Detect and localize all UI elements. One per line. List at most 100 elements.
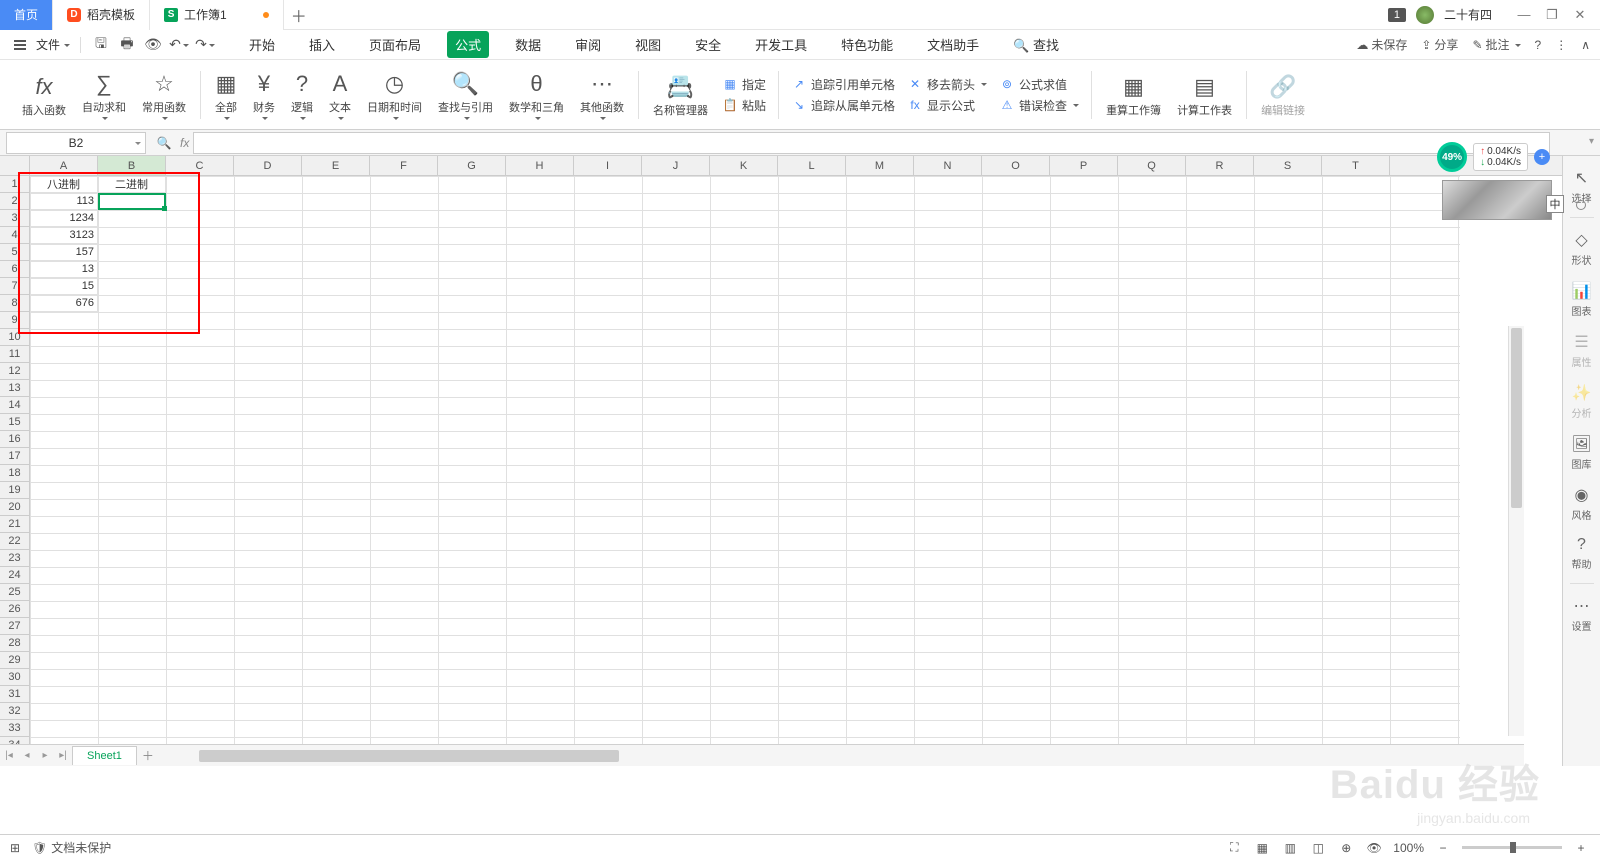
view-split-icon[interactable]: ◫ xyxy=(1309,839,1327,857)
name-box[interactable]: B2 xyxy=(6,132,146,154)
sheet-nav-last[interactable]: ▸| xyxy=(54,750,72,761)
row-header-5[interactable]: 5 xyxy=(0,244,29,261)
row-header-10[interactable]: 10 xyxy=(0,329,29,346)
float-dot-icon[interactable] xyxy=(1576,200,1586,210)
row-header-15[interactable]: 15 xyxy=(0,414,29,431)
col-header-O[interactable]: O xyxy=(982,156,1050,175)
col-header-Q[interactable]: Q xyxy=(1118,156,1186,175)
sheet-nav-next[interactable]: ▸ xyxy=(36,750,54,761)
zoom-slider[interactable] xyxy=(1462,846,1562,849)
spreadsheet-grid[interactable]: ABCDEFGHIJKLMNOPQRST 1234567891011121314… xyxy=(0,156,1562,766)
row-header-4[interactable]: 4 xyxy=(0,227,29,244)
error-check-button[interactable]: ⚠错误检查 xyxy=(999,97,1079,114)
col-header-B[interactable]: B xyxy=(98,156,166,175)
tab-doke-template[interactable]: D稻壳模板 xyxy=(53,0,150,30)
plus-circle-icon[interactable]: + xyxy=(1534,149,1550,165)
row-header-19[interactable]: 19 xyxy=(0,482,29,499)
row-header-31[interactable]: 31 xyxy=(0,686,29,703)
assign-button[interactable]: ▦指定 xyxy=(722,76,766,93)
cancel-fx-icon[interactable]: 🔍 xyxy=(152,136,176,150)
row-header-7[interactable]: 7 xyxy=(0,278,29,295)
tab-formula[interactable]: 公式 xyxy=(447,31,489,58)
sidebar-help[interactable]: ?帮助 xyxy=(1565,530,1599,577)
row-header-16[interactable]: 16 xyxy=(0,431,29,448)
row-header-22[interactable]: 22 xyxy=(0,533,29,550)
cell-B1[interactable]: 二进制 xyxy=(98,176,166,193)
horizontal-scrollbar[interactable] xyxy=(199,749,1504,763)
sidebar-style[interactable]: ◉风格 xyxy=(1565,479,1599,528)
col-header-G[interactable]: G xyxy=(438,156,506,175)
print-preview-icon[interactable]: 👁 xyxy=(143,35,163,55)
row-header-20[interactable]: 20 xyxy=(0,499,29,516)
status-grid-icon[interactable]: ⊞ xyxy=(10,841,20,855)
row-header-23[interactable]: 23 xyxy=(0,550,29,567)
row-header-8[interactable]: 8 xyxy=(0,295,29,312)
float-thumbnail[interactable] xyxy=(1442,180,1552,220)
minimize-button[interactable]: — xyxy=(1512,3,1536,27)
view-reading-icon[interactable]: 👁 xyxy=(1365,839,1383,857)
view-normal-icon[interactable]: ▦ xyxy=(1253,839,1271,857)
user-avatar[interactable] xyxy=(1416,6,1434,24)
save-icon[interactable]: 🖫 xyxy=(91,35,111,55)
zoom-label[interactable]: 100% xyxy=(1393,841,1424,855)
col-header-I[interactable]: I xyxy=(574,156,642,175)
add-tab-button[interactable]: ＋ xyxy=(284,0,314,30)
sidebar-chart[interactable]: 📊图表 xyxy=(1565,275,1599,324)
cell-A4[interactable]: 3123 xyxy=(30,227,98,244)
col-header-M[interactable]: M xyxy=(846,156,914,175)
tab-insert[interactable]: 插入 xyxy=(301,31,343,58)
cell-A1[interactable]: 八进制 xyxy=(30,176,98,193)
formula-bar-expand-icon[interactable]: ▾ xyxy=(1589,136,1594,147)
cell-A5[interactable]: 157 xyxy=(30,244,98,261)
col-header-K[interactable]: K xyxy=(710,156,778,175)
col-header-F[interactable]: F xyxy=(370,156,438,175)
approve-button[interactable]: ✎ 批注 xyxy=(1472,36,1520,53)
insert-function-button[interactable]: fx插入函数 xyxy=(14,64,74,126)
select-all-corner[interactable] xyxy=(0,156,30,176)
row-header-18[interactable]: 18 xyxy=(0,465,29,482)
col-header-A[interactable]: A xyxy=(30,156,98,175)
text-fn-button[interactable]: A文本 xyxy=(321,64,359,126)
cell-A8[interactable]: 676 xyxy=(30,295,98,312)
tab-dev-tools[interactable]: 开发工具 xyxy=(747,31,815,58)
help-icon[interactable]: ? xyxy=(1535,38,1542,52)
paste-name-button[interactable]: 📋粘贴 xyxy=(722,97,766,114)
trace-precedents-button[interactable]: ↗追踪引用单元格 xyxy=(791,76,895,93)
unsaved-indicator[interactable]: ☁ 未保存 xyxy=(1356,36,1407,53)
cell-A3[interactable]: 1234 xyxy=(30,210,98,227)
cell-A7[interactable]: 15 xyxy=(30,278,98,295)
sidebar-shape[interactable]: ◇形状 xyxy=(1565,224,1599,273)
maximize-button[interactable]: ❐ xyxy=(1540,3,1564,27)
row-header-6[interactable]: 6 xyxy=(0,261,29,278)
tab-workbook[interactable]: S工作簿1 xyxy=(150,0,284,30)
common-fn-button[interactable]: ☆常用函数 xyxy=(134,64,194,126)
finance-fn-button[interactable]: ¥财务 xyxy=(245,64,283,126)
lookup-fn-button[interactable]: 🔍查找与引用 xyxy=(430,64,501,126)
fx-icon[interactable]: fx xyxy=(176,136,193,150)
network-badge[interactable]: 49% 0.04K/s 0.04K/s + xyxy=(1437,142,1550,172)
tab-doc-helper[interactable]: 文档助手 xyxy=(919,31,987,58)
col-header-J[interactable]: J xyxy=(642,156,710,175)
row-header-27[interactable]: 27 xyxy=(0,618,29,635)
add-sheet-button[interactable]: ＋ xyxy=(137,747,159,764)
col-header-N[interactable]: N xyxy=(914,156,982,175)
row-header-21[interactable]: 21 xyxy=(0,516,29,533)
remove-arrows-button[interactable]: ✕移去箭头 xyxy=(907,76,987,93)
recalc-workbook-button[interactable]: ▦重算工作簿 xyxy=(1098,64,1169,126)
more-icon[interactable]: ⋮ xyxy=(1555,38,1567,52)
row-header-28[interactable]: 28 xyxy=(0,635,29,652)
search-menu[interactable]: 🔍 查找 xyxy=(1005,31,1067,58)
row-header-17[interactable]: 17 xyxy=(0,448,29,465)
undo-icon[interactable]: ↶ xyxy=(169,35,189,55)
sheet-nav-first[interactable]: |◂ xyxy=(0,750,18,761)
print-icon[interactable]: 🖶 xyxy=(117,35,137,55)
cell-A2[interactable]: 113 xyxy=(30,193,98,210)
tab-security[interactable]: 安全 xyxy=(687,31,729,58)
collapse-ribbon-icon[interactable]: ∧ xyxy=(1581,38,1590,52)
col-header-D[interactable]: D xyxy=(234,156,302,175)
col-header-T[interactable]: T xyxy=(1322,156,1390,175)
row-header-33[interactable]: 33 xyxy=(0,720,29,737)
cell-A6[interactable]: 13 xyxy=(30,261,98,278)
row-header-29[interactable]: 29 xyxy=(0,652,29,669)
ime-indicator[interactable]: 中 xyxy=(1546,195,1564,213)
